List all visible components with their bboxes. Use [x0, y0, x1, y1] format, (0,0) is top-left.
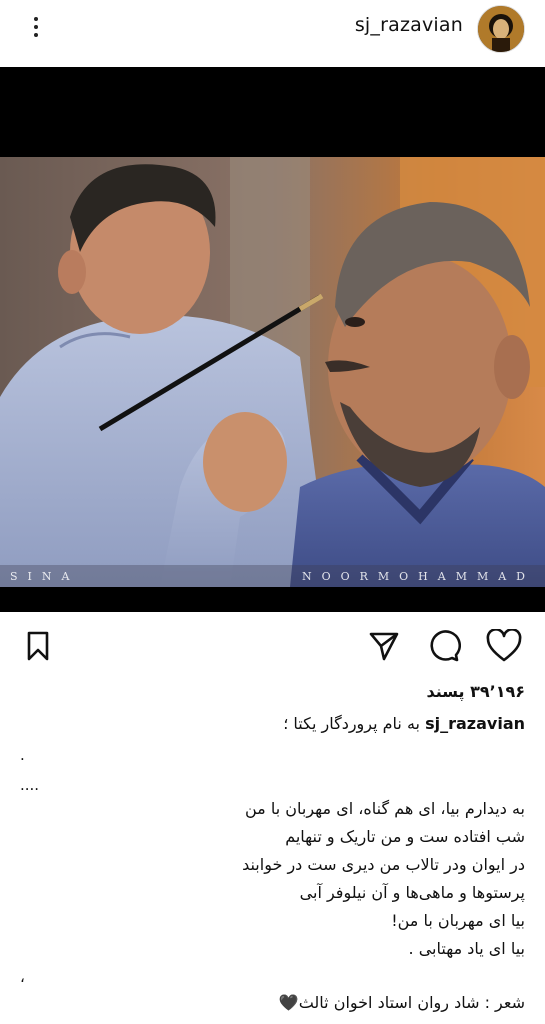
bookmark-icon [27, 631, 49, 661]
share-button[interactable] [366, 628, 402, 664]
caption-header: sj_razavian به نام پروردگار یکتا ؛ [283, 714, 525, 733]
photo-watermark: SINA NOORMOHAMMAD [0, 565, 545, 587]
more-options-icon[interactable] [24, 12, 48, 42]
caption-line: بیا ای یاد مهتابی . [408, 939, 525, 958]
likes-count[interactable]: ۳۹٬۱۹۶ پسند [426, 682, 525, 701]
photo-illustration [0, 157, 545, 587]
header-username[interactable]: sj_razavian [355, 14, 463, 36]
avatar[interactable] [477, 5, 525, 53]
post-header: sj_razavian [0, 0, 545, 60]
like-button[interactable] [486, 628, 522, 664]
watermark-right: NOORMOHAMMAD [301, 569, 535, 583]
post-actions [0, 618, 545, 674]
comment-button[interactable] [426, 628, 462, 664]
caption-poet-line: شعر : شاد روان استاد اخوان ثالث🖤 [278, 993, 525, 1012]
heart-icon [486, 629, 522, 662]
save-button[interactable] [20, 628, 56, 664]
more-dot [34, 33, 38, 37]
caption-line: پرستوها و ماهی‌ها و آن نیلوفر آبی [299, 883, 525, 902]
caption-mark-dot: . [20, 746, 25, 764]
caption-username[interactable]: sj_razavian [425, 714, 525, 733]
caption-first-line: به نام پروردگار یکتا ؛ [283, 714, 420, 733]
comment-icon [430, 630, 461, 662]
post-photo: SINA NOORMOHAMMAD [0, 157, 545, 587]
post-media[interactable]: SINA NOORMOHAMMAD [0, 67, 545, 612]
caption-line: بیا ای مهربان با من! [391, 911, 525, 930]
more-dot [34, 17, 38, 21]
caption-mark-comma: ، [20, 968, 25, 986]
caption-mark-dots: .... [20, 776, 40, 794]
avatar-image [478, 6, 524, 52]
send-icon [369, 632, 399, 661]
more-dot [34, 25, 38, 29]
caption-line: در ایوان ودر تالاب من دیری ست در خوابند [242, 855, 525, 874]
caption-line: به دیدارم بیا، ای هم گناه، ای مهربان با … [245, 799, 525, 818]
watermark-left: SINA [10, 569, 80, 583]
caption-line: شب افتاده ست و من تاریک و تنهایم [285, 827, 525, 846]
